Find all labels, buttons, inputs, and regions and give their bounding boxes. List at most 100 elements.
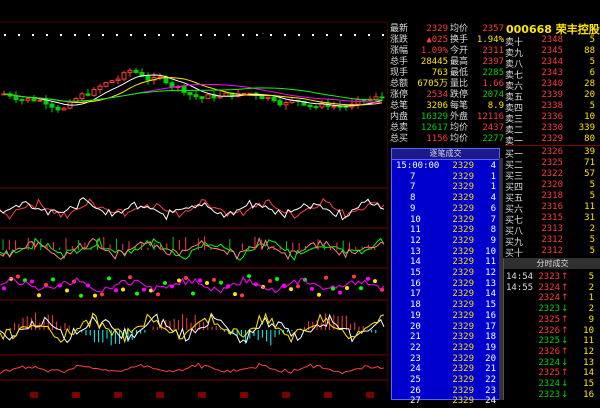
order-book-row[interactable]: 买六 2316 11 [505, 202, 600, 215]
quote-label: 均价 [450, 24, 469, 34]
order-book-row[interactable]: 卖十 2348 5 [505, 35, 600, 48]
trade-volume: 1 [490, 182, 496, 193]
order-book-row[interactable]: 买十 2312 5 [505, 246, 600, 259]
quote-label: 总笔 [390, 101, 409, 111]
quote-label: 均价 [450, 123, 469, 133]
quote-value: 763 [431, 68, 448, 78]
order-volume: 5 [589, 57, 595, 67]
minute-trade-list[interactable]: 分时成交 14:54 2323 ↑ 5 14:55 2324 ↑ 2 2324 ↑ 1 2323 ↓ 2 2… [503, 258, 600, 400]
quote-label: 现手 [390, 68, 409, 78]
order-book-row[interactable]: 买四 2320 5 [505, 180, 600, 193]
trade-volume: 15 [485, 300, 496, 311]
candle-body [205, 94, 211, 100]
order-book-row[interactable]: 卖三 2336 10 [505, 112, 600, 125]
order-book-row[interactable]: 买五 2318 5 [505, 191, 600, 204]
minute-trade-header[interactable]: 分时成交 [504, 258, 600, 269]
quote-value: 2329 [426, 24, 448, 34]
order-book-row[interactable]: 卖七 2343 6 [505, 68, 600, 81]
order-book-row[interactable]: 买二 2325 71 [505, 158, 600, 171]
signal-dot [338, 290, 342, 295]
order-price: 2343 [541, 68, 563, 78]
signal-dot [65, 288, 69, 293]
order-volume: 28 [584, 79, 595, 89]
order-book-row[interactable]: 卖一 2329 80 [505, 134, 600, 147]
chart-area[interactable]: · [0, 0, 388, 400]
minute-trade-row: 2325 ↑ 9 [504, 315, 600, 326]
arrow-down-icon: ↓ [561, 336, 569, 347]
order-book-row[interactable]: 卖六 2340 28 [505, 79, 600, 92]
order-book-row[interactable]: 买八 2313 2 [505, 224, 600, 237]
dot-marker [326, 34, 328, 36]
stock-title: 000668 荣丰控股 [506, 23, 600, 36]
signal-dot [2, 286, 6, 291]
dot-marker [200, 34, 202, 36]
time-axis-tick [366, 392, 374, 398]
trade-volume: 9 [490, 235, 496, 246]
order-volume: 57 [584, 169, 595, 179]
candle-body [97, 85, 103, 91]
order-book-row[interactable]: 买七 2315 31 [505, 213, 600, 226]
dot-marker [284, 34, 286, 36]
quote-value: 2311 [482, 46, 504, 56]
dot-marker: · [262, 31, 264, 38]
arrow-up-icon: ↑ [561, 346, 569, 357]
tick-trade-list[interactable]: 逐笔成交 15:00:00 2329 4 7 2329 1 7 2329 1 8 2329 4 9 232… [391, 148, 500, 406]
quote-label: 最高 [450, 57, 469, 67]
trade-volume: 16 [485, 310, 496, 321]
order-book-row[interactable]: 卖五 2339 20 [505, 90, 600, 103]
trade-price: 2329 [452, 364, 474, 375]
dot-marker [270, 34, 272, 36]
signal-dot [79, 293, 83, 298]
order-book-row[interactable]: 卖二 2330 339 [505, 123, 600, 136]
dot-marker [18, 34, 20, 36]
order-book-row[interactable]: 买九 2312 5 [505, 235, 600, 248]
order-price: 2345 [541, 46, 563, 56]
signal-dot [296, 284, 300, 289]
dot-marker [60, 34, 62, 36]
minute-volume: 2 [588, 282, 594, 293]
order-book-row[interactable]: 买三 2322 57 [505, 169, 600, 182]
minute-price: 2324 [538, 357, 560, 368]
trade-time: 19 [410, 310, 421, 321]
indicator-line [0, 312, 385, 344]
order-price: 2320 [541, 180, 563, 190]
quote-value: 16329 [420, 112, 448, 122]
arrow-up-icon: ↑ [561, 314, 569, 325]
signal-dot [352, 274, 356, 279]
quote-value: 2277 [482, 134, 504, 144]
tick-trade-header[interactable]: 逐笔成交 [392, 149, 499, 160]
trade-time: 23 [410, 353, 421, 364]
dot-marker [242, 34, 244, 36]
candle-body [79, 93, 85, 100]
order-book-row[interactable]: 买一 2326 39 [505, 147, 600, 160]
trade-time: 14 [410, 257, 421, 268]
order-volume: 5 [589, 101, 595, 111]
order-book-row[interactable]: 卖四 2338 5 [505, 101, 600, 114]
candle-body [343, 105, 349, 108]
minute-trade-row: 14:55 2324 ↑ 2 [504, 283, 600, 294]
kline-chart[interactable]: · [0, 0, 388, 400]
candle-body [223, 92, 229, 97]
time-axis-tick [156, 392, 164, 398]
signal-dot [121, 287, 125, 292]
signal-dot [184, 276, 188, 281]
minute-trade-row: 2326 ↑ 10 [504, 326, 600, 337]
order-volume: 5 [589, 235, 595, 245]
dot-marker [32, 34, 34, 36]
trade-volume: 10 [485, 246, 496, 257]
signal-dot [114, 288, 118, 293]
order-book-row[interactable]: 卖八 2344 5 [505, 57, 600, 70]
dot-marker [74, 34, 76, 36]
quote-label: 最新 [390, 24, 409, 34]
trade-price: 2329 [452, 246, 474, 257]
order-book-row[interactable]: 卖九 2345 88 [505, 46, 600, 59]
trade-price: 2329 [452, 182, 474, 193]
signal-dot [366, 276, 370, 281]
arrow-up-icon: ↑ [561, 272, 569, 282]
candle-body [283, 102, 289, 106]
signal-dot [359, 286, 363, 291]
minute-volume: 11 [583, 336, 594, 347]
candle-body [199, 96, 205, 100]
minute-trade-row: 14:54 2323 ↑ 5 [504, 272, 600, 283]
order-price: 2348 [541, 35, 563, 45]
